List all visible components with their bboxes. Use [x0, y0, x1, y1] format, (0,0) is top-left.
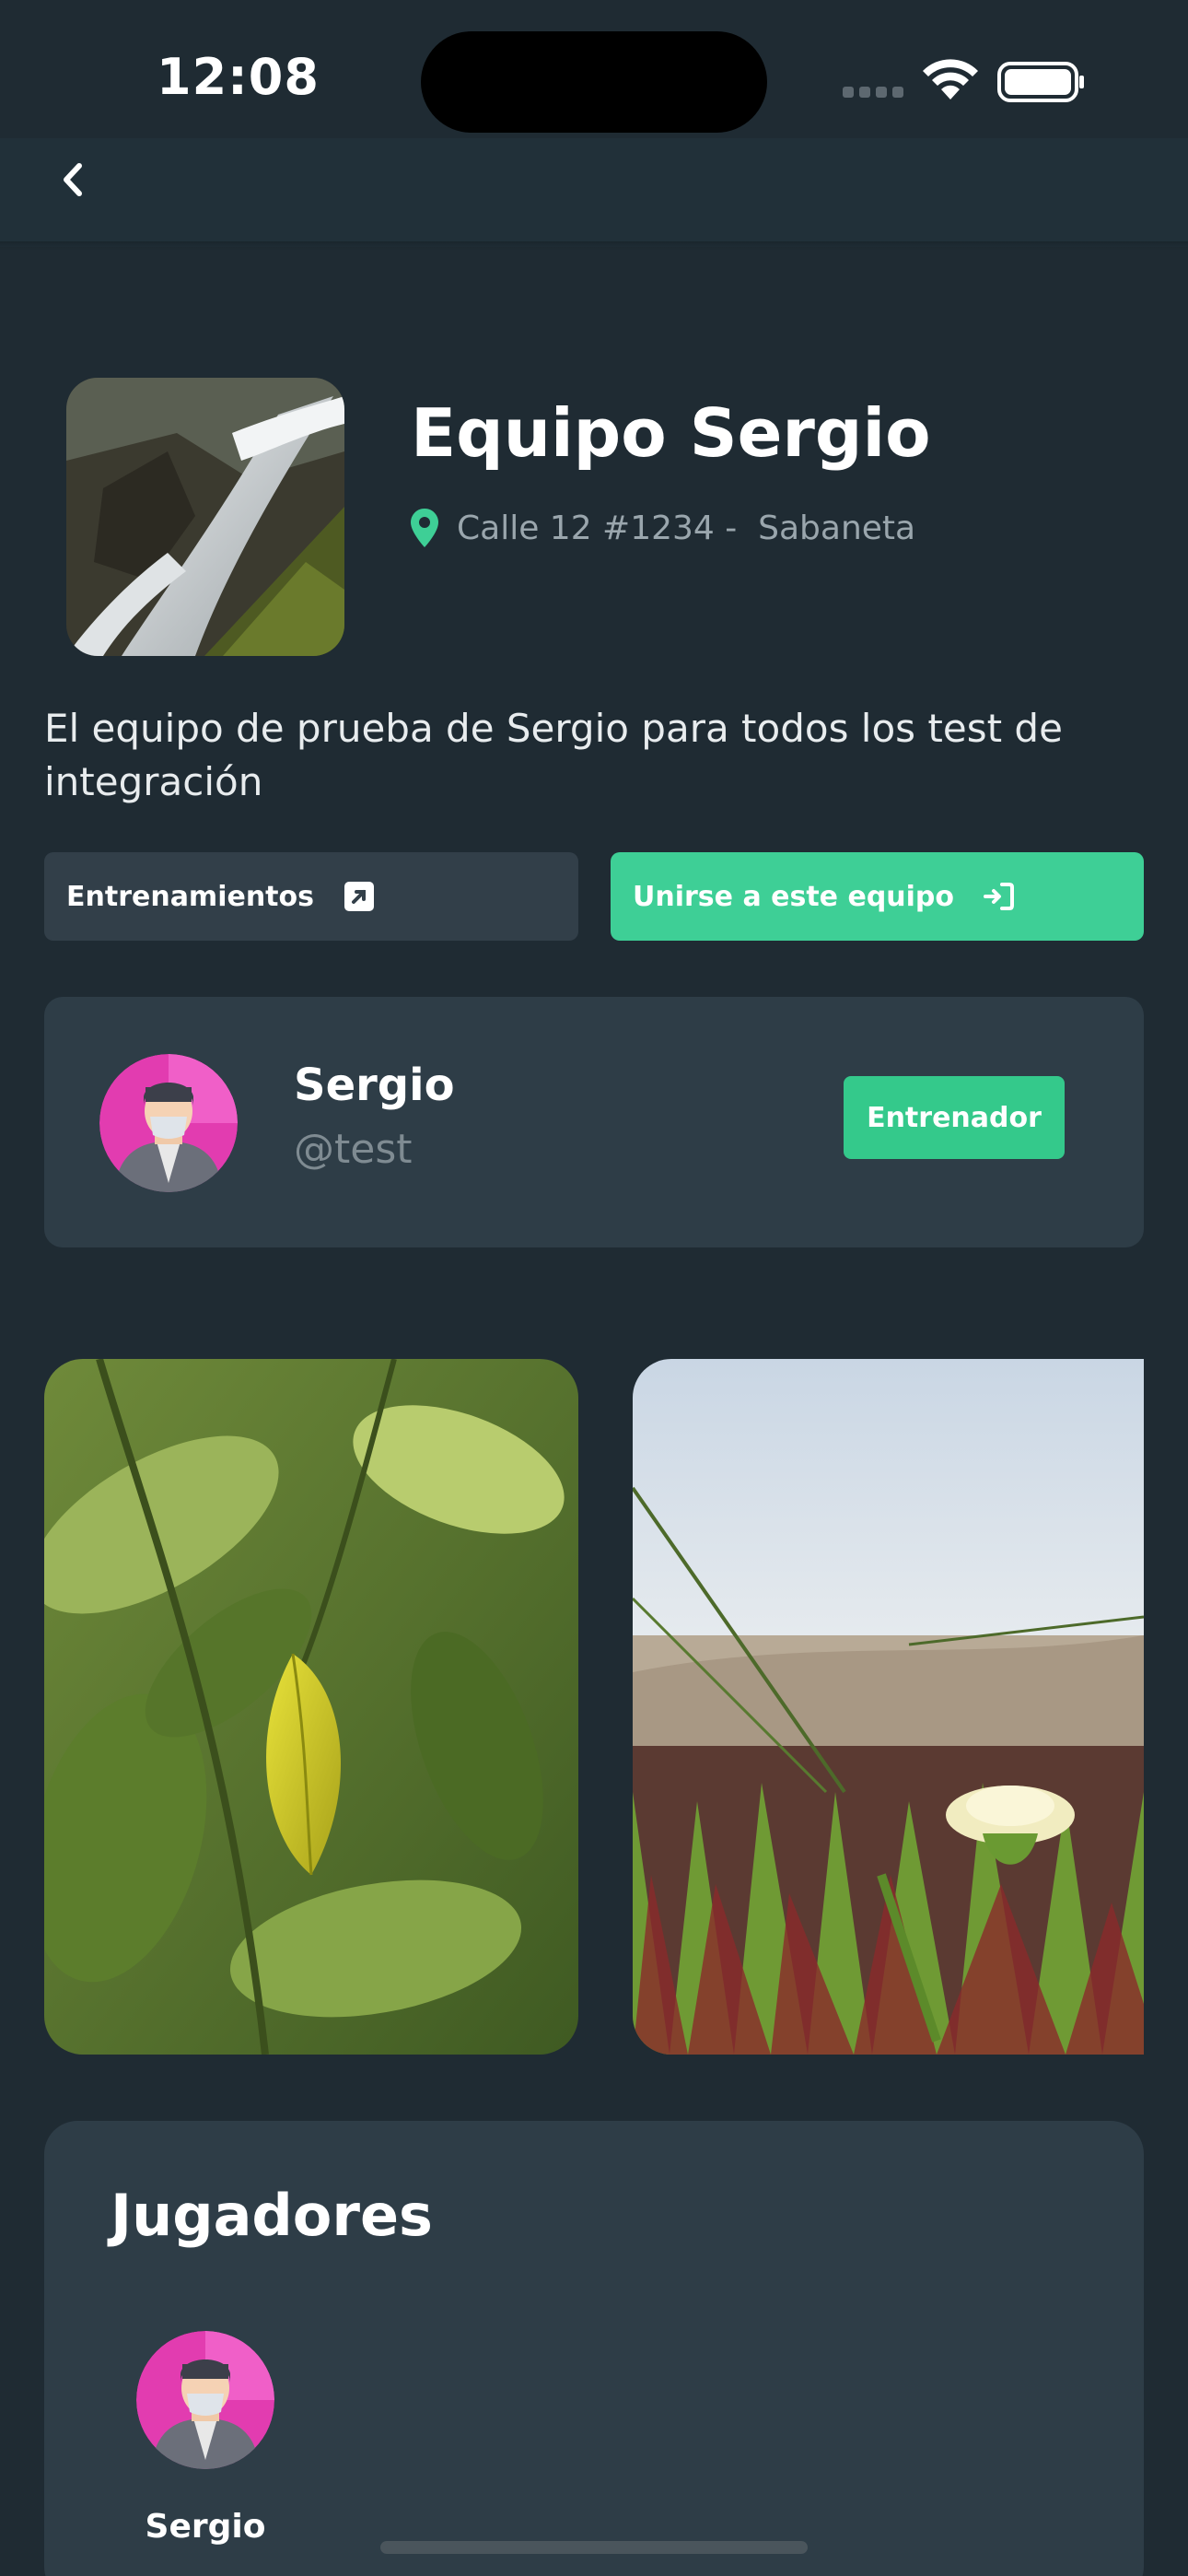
join-team-button[interactable]: Unirse a este equipo	[611, 852, 1144, 941]
battery-icon	[997, 62, 1084, 102]
dynamic-island	[421, 31, 767, 133]
team-location: Calle 12 #1234 - Sabaneta	[411, 507, 915, 549]
sign-in-icon	[984, 883, 1015, 910]
player-name: Sergio	[145, 2508, 266, 2546]
coach-name: Sergio	[294, 1060, 455, 1111]
player-avatar[interactable]	[136, 2331, 274, 2469]
team-description: El equipo de prueba de Sergio para todos…	[44, 706, 1063, 804]
trainings-button[interactable]: Entrenamientos	[44, 852, 578, 941]
join-team-button-label: Unirse a este equipo	[633, 880, 955, 913]
external-link-icon	[344, 882, 374, 911]
gallery-photo-leaf[interactable]	[44, 1359, 578, 2055]
nav-divider	[0, 241, 1188, 251]
coach-role-badge[interactable]: Entrenador	[844, 1076, 1065, 1159]
team-photo	[66, 378, 344, 656]
coach-avatar	[99, 1054, 238, 1192]
gallery-photo-flower[interactable]	[633, 1359, 1144, 2055]
trainings-button-label: Entrenamientos	[66, 880, 314, 913]
wifi-icon	[923, 59, 978, 100]
home-indicator[interactable]	[380, 2541, 808, 2554]
players-title: Jugadores	[111, 2182, 433, 2249]
navigation-bar	[0, 138, 1188, 247]
team-address: Calle 12 #1234 - Sabaneta	[457, 509, 916, 547]
status-bar: 12:08	[0, 0, 1188, 138]
coach-handle: @test	[294, 1126, 413, 1173]
coach-card[interactable]: Sergio @test Entrenador	[44, 997, 1144, 1247]
location-pin-icon	[411, 509, 438, 547]
team-name: Equipo Sergio	[411, 394, 931, 472]
cellular-signal-icon	[843, 87, 907, 98]
players-section: Jugadores Sergio	[44, 2121, 1144, 2576]
back-chevron-icon[interactable]	[44, 138, 99, 221]
status-time: 12:08	[157, 48, 320, 106]
